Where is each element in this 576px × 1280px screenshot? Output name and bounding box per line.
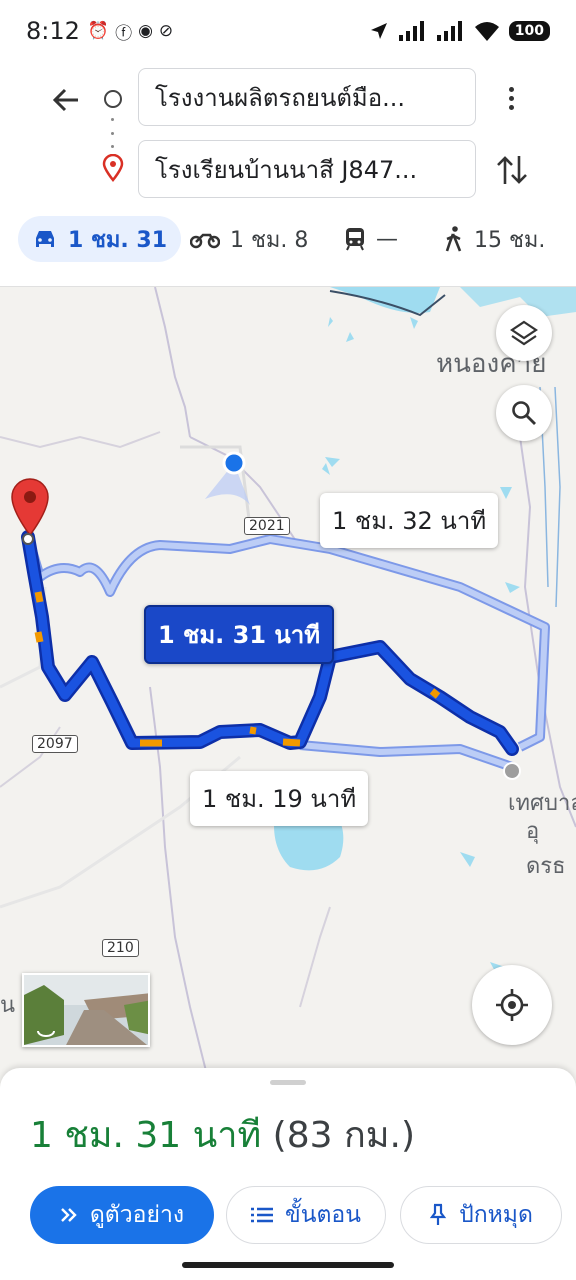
gesture-nav-bar[interactable]: [182, 1262, 394, 1268]
tab-motorcycle[interactable]: 1 ชม. 8: [176, 216, 322, 262]
destination-field[interactable]: โรงเรียนบ้านนาสี J847...: [138, 140, 476, 198]
road-shield-210: 210: [102, 939, 139, 957]
road-shield-2021: 2021: [244, 517, 290, 535]
pin-button[interactable]: ปักหมุด: [400, 1186, 562, 1244]
crosshair-icon: [496, 989, 528, 1021]
action-buttons: ดูตัวอย่าง ขั้นตอน ปักหมุด: [0, 1186, 576, 1246]
status-time: 8:12: [26, 17, 80, 45]
route-time-alt-bottom[interactable]: 1 ชม. 19 นาที: [190, 771, 369, 826]
battery-icon: 100: [508, 21, 550, 41]
facebook-icon: ⓕ: [115, 23, 133, 44]
swap-icon: [497, 156, 527, 184]
summary-distance: (83 กม.): [272, 1115, 415, 1156]
place-label-udon: อุดรธ: [526, 819, 566, 879]
steps-label: ขั้นตอน: [285, 1202, 361, 1228]
tab-walking-label: 15 ชม.: [474, 227, 546, 253]
preview-label: ดูตัวอย่าง: [89, 1202, 185, 1228]
pin-icon: [429, 1203, 447, 1225]
preview-button[interactable]: ดูตัวอย่าง: [30, 1186, 214, 1244]
tab-motorcycle-label: 1 ชม. 8: [230, 227, 309, 253]
line-icon: ◉: [138, 21, 153, 41]
tab-transit-label: —: [376, 226, 398, 252]
list-icon: [251, 1207, 274, 1223]
motorcycle-icon: [190, 233, 220, 249]
signal-icon: [398, 21, 424, 41]
tab-walking[interactable]: 15 ชม.: [430, 216, 559, 262]
tab-driving[interactable]: 1 ชม. 31: [18, 216, 182, 262]
route-time-alt-top[interactable]: 1 ชม. 32 นาที: [320, 493, 499, 548]
destination-pin-icon: [102, 153, 124, 186]
location-arrow-icon: [370, 23, 387, 39]
layers-button[interactable]: [496, 305, 552, 361]
route-dots-icon: [111, 118, 115, 148]
street-view-thumbnail[interactable]: [22, 973, 150, 1047]
search-along-route-button[interactable]: [496, 385, 552, 441]
map-view[interactable]: หนองคาย เทศบาล อุดรธ น 2021 2097 210 1 ช…: [0, 286, 576, 1086]
walk-icon: [445, 226, 462, 252]
car-icon: [36, 231, 54, 247]
route-time-selected[interactable]: 1 ชม. 31 นาที: [144, 605, 335, 664]
arrow-back-icon: [52, 88, 78, 112]
origin-field[interactable]: โรงงานผลิตรถยนต์มือ...: [138, 68, 476, 126]
notification-icons: ⏰ ⓕ ◉ ⊘: [88, 19, 173, 44]
double-chevron-icon: [61, 1208, 77, 1222]
status-bar: 8:12 ⏰ ⓕ ◉ ⊘ 100: [0, 0, 576, 62]
tab-transit[interactable]: —: [330, 216, 412, 262]
pin-label: ปักหมุด: [459, 1202, 533, 1228]
route-summary: 1 ชม. 31 นาที (83 กม.): [30, 1106, 415, 1163]
more-options-button[interactable]: [496, 80, 526, 116]
sheet-drag-handle[interactable]: [270, 1080, 306, 1085]
tab-driving-label: 1 ชม. 31: [68, 227, 168, 253]
map-canvas: [0, 287, 576, 1086]
alarm-icon: ⏰: [87, 21, 110, 41]
signal-icon-2: [436, 21, 462, 41]
swap-button[interactable]: [494, 150, 530, 190]
place-label-left: น: [0, 993, 16, 1018]
directions-header: โรงงานผลิตรถยนต์มือ... โรงเรียนบ้านนาสี …: [0, 62, 576, 202]
dnd-icon: ⊘: [158, 21, 174, 41]
road-shield-2097: 2097: [32, 735, 78, 753]
search-icon: [512, 401, 536, 425]
system-icons: 100: [369, 21, 550, 41]
back-button[interactable]: [46, 80, 86, 120]
transit-icon: [346, 228, 364, 251]
my-location-button[interactable]: [472, 965, 552, 1045]
steps-button[interactable]: ขั้นตอน: [226, 1186, 386, 1244]
layers-icon: [510, 320, 538, 346]
route-summary-sheet: 1 ชม. 31 นาที (83 กม.) ดูตัวอย่าง ขั้นตอ…: [0, 1068, 576, 1280]
summary-duration: 1 ชม. 31 นาที: [30, 1115, 262, 1156]
travel-mode-tabs: 1 ชม. 31 1 ชม. 8 — 15 ชม.: [0, 212, 576, 268]
origin-circle-icon: [104, 90, 122, 108]
wifi-icon: [474, 22, 499, 41]
